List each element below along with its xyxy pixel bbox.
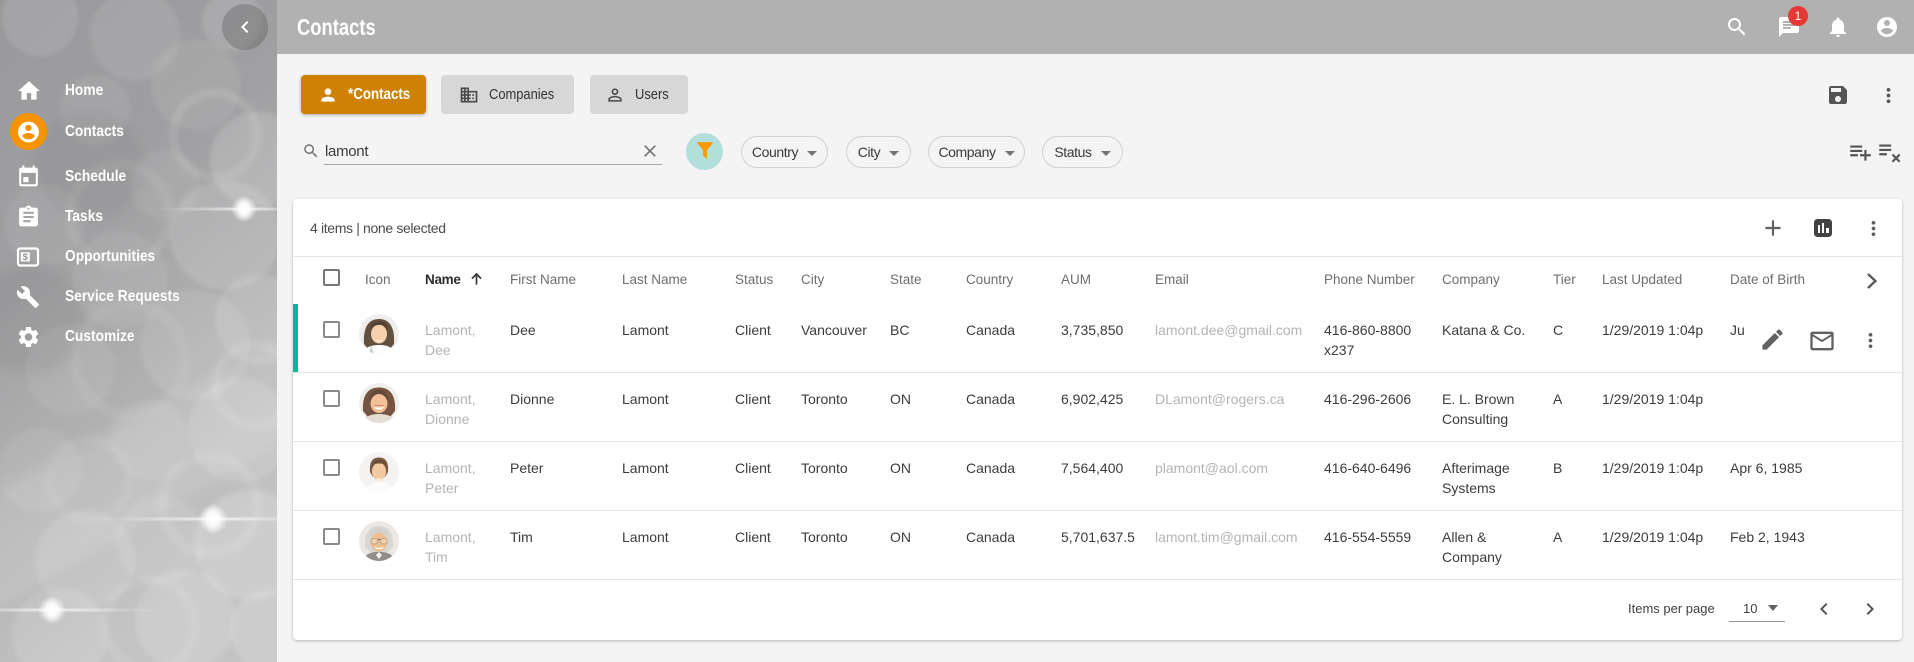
svg-text:$: $: [23, 252, 29, 263]
